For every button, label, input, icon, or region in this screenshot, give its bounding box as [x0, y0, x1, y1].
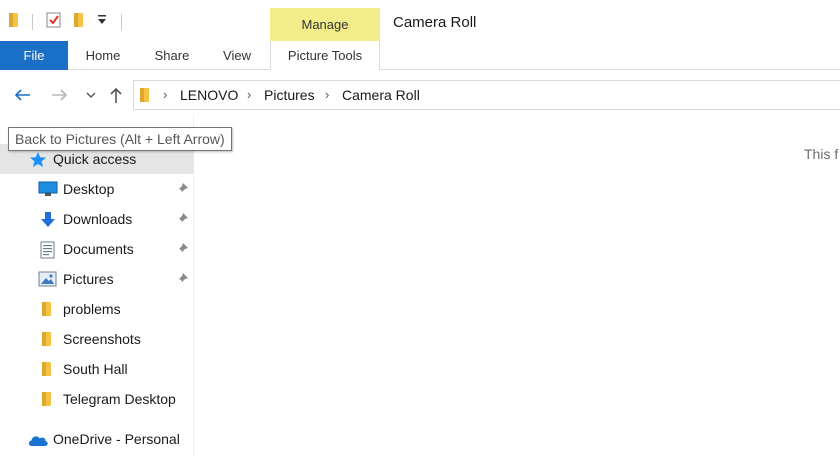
- chevron-down-icon: [86, 92, 96, 98]
- address-bar[interactable]: › LENOVO › Pictures › Camera Roll: [133, 80, 840, 110]
- chevron-right-icon[interactable]: ›: [247, 87, 251, 102]
- document-icon: [40, 241, 55, 262]
- folder-icon: [41, 361, 53, 380]
- sidebar-item-telegram-desktop[interactable]: Telegram Desktop: [0, 384, 194, 414]
- sidebar-item-label: South Hall: [63, 361, 128, 377]
- sidebar-item-label: Documents: [63, 241, 134, 257]
- folder-icon: [41, 331, 53, 350]
- chevron-right-icon[interactable]: ›: [325, 87, 329, 102]
- desktop-icon: [38, 181, 58, 200]
- customize-dropdown-icon[interactable]: [97, 14, 107, 29]
- sidebar-item-label: Screenshots: [63, 331, 141, 347]
- tab-home[interactable]: Home: [78, 41, 128, 70]
- sidebar-item-label: Quick access: [53, 151, 137, 167]
- sidebar-item-label: Downloads: [63, 211, 133, 227]
- navigation-pane: Quick access Desktop Downloads Documents: [0, 114, 194, 456]
- breadcrumb-pictures[interactable]: Pictures: [264, 87, 315, 103]
- sidebar-item-south-hall[interactable]: South Hall: [0, 354, 194, 384]
- sidebar-item-label: OneDrive - Personal: [53, 431, 180, 447]
- up-button[interactable]: [104, 82, 128, 108]
- sidebar-item-label: Telegram Desktop: [63, 391, 176, 407]
- chevron-right-icon[interactable]: ›: [163, 87, 167, 102]
- tab-picture-tools[interactable]: Picture Tools: [270, 41, 380, 70]
- sidebar-item-label: Pictures: [63, 271, 114, 287]
- pin-icon[interactable]: [175, 182, 189, 199]
- window-title: Camera Roll: [393, 14, 477, 31]
- empty-folder-message: This f: [804, 146, 839, 162]
- manage-tab[interactable]: Manage: [270, 8, 380, 41]
- tab-view[interactable]: View: [214, 41, 260, 70]
- back-button[interactable]: [10, 82, 34, 108]
- pin-icon[interactable]: [175, 272, 189, 289]
- sidebar-item-onedrive[interactable]: OneDrive - Personal: [0, 424, 194, 454]
- sidebar-item-documents[interactable]: Documents: [0, 234, 194, 264]
- cloud-icon: [27, 433, 49, 450]
- new-folder-icon[interactable]: [73, 12, 85, 31]
- sidebar-item-problems[interactable]: problems: [0, 294, 194, 324]
- sidebar-item-pictures[interactable]: Pictures: [0, 264, 194, 294]
- sidebar-item-label: Desktop: [63, 181, 115, 197]
- breadcrumb-camera-roll[interactable]: Camera Roll: [342, 87, 420, 103]
- back-button-tooltip: Back to Pictures (Alt + Left Arrow): [8, 127, 232, 151]
- tab-share[interactable]: Share: [147, 41, 197, 70]
- sidebar-item-desktop[interactable]: Desktop: [0, 174, 194, 204]
- toolbar-separator: [121, 14, 122, 30]
- properties-checkbox-icon[interactable]: [46, 12, 62, 31]
- folder-icon: [41, 301, 53, 320]
- pin-icon[interactable]: [175, 242, 189, 259]
- recent-locations-button[interactable]: [79, 82, 103, 108]
- forward-button[interactable]: [48, 82, 72, 108]
- sidebar-item-label: problems: [63, 301, 121, 317]
- sidebar-item-downloads[interactable]: Downloads: [0, 204, 194, 234]
- ribbon-tabs: File Home Share View Picture Tools: [0, 41, 840, 70]
- sidebar-item-screenshots[interactable]: Screenshots: [0, 324, 194, 354]
- picture-icon: [38, 271, 57, 290]
- star-icon: [29, 151, 47, 171]
- up-arrow-icon: [110, 87, 122, 103]
- folder-icon: [41, 391, 53, 410]
- toolbar-separator: [32, 14, 33, 30]
- breadcrumb-lenovo[interactable]: LENOVO: [180, 87, 238, 103]
- tab-file[interactable]: File: [0, 41, 68, 70]
- forward-arrow-icon: [52, 89, 68, 101]
- download-arrow-icon: [40, 211, 56, 232]
- title-bar: Manage Camera Roll: [0, 0, 840, 41]
- folder-icon: [139, 87, 151, 106]
- pin-icon[interactable]: [175, 212, 189, 229]
- folder-icon[interactable]: [8, 12, 20, 31]
- back-arrow-icon: [14, 89, 30, 101]
